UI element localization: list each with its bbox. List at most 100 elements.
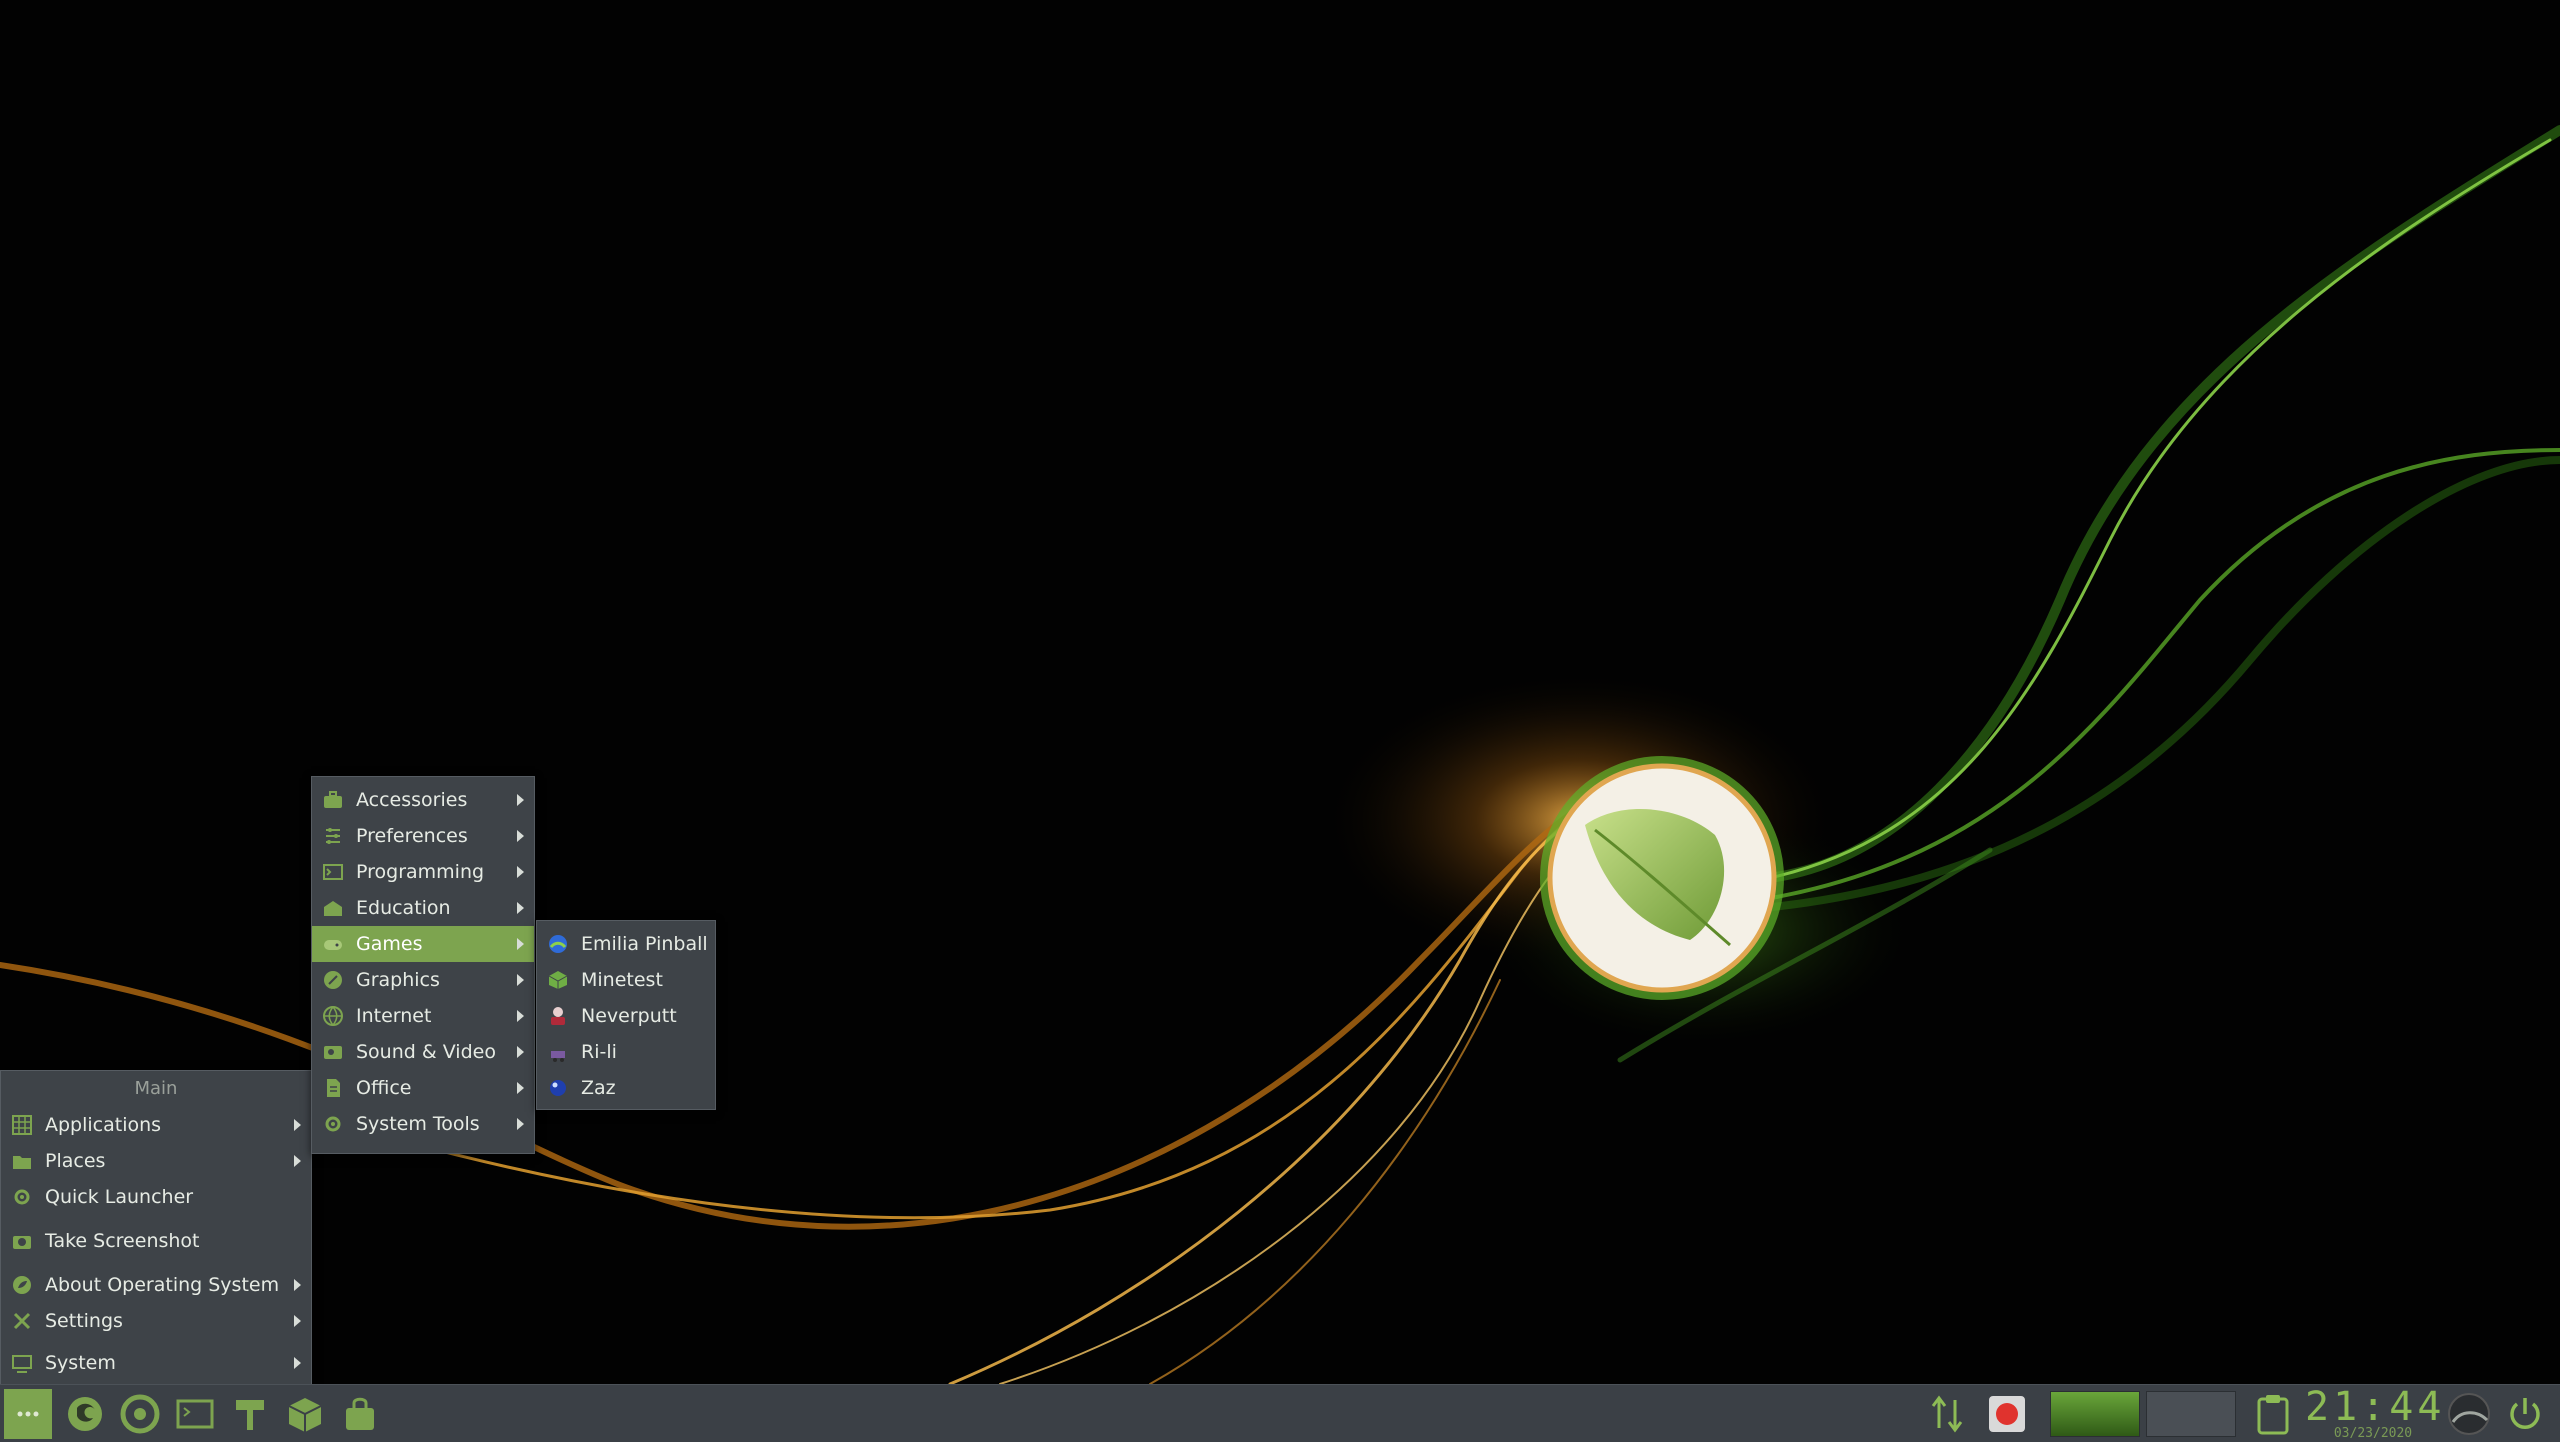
apps-menu-item-internet[interactable]: Internet [312, 998, 534, 1034]
brush-icon [324, 971, 342, 989]
gamepad-icon [324, 940, 342, 950]
user-avatar-icon[interactable] [2446, 1391, 2492, 1437]
apps-menu-item-system-tools[interactable]: System Tools [312, 1106, 534, 1142]
film-icon [324, 1046, 342, 1059]
briefcase-icon [324, 791, 342, 808]
start-menu-button[interactable] [4, 1389, 52, 1439]
launcher-terminal[interactable] [172, 1391, 218, 1437]
games-submenu: Emilia Pinball Minetest Neverputt Ri-li Zaz [536, 920, 716, 1110]
menu-item-label: Sound & Video [356, 1041, 496, 1063]
apps-menu-item-preferences[interactable]: Preferences [312, 818, 534, 854]
firefox-icon [68, 1397, 102, 1431]
menu-item-label: Minetest [581, 969, 663, 991]
chrome-icon [120, 1394, 160, 1434]
school-icon [324, 901, 342, 916]
menu-item-label: System Tools [356, 1113, 480, 1135]
apps-menu-item-education[interactable]: Education [312, 890, 534, 926]
network-transfer-icon[interactable] [1924, 1391, 1970, 1437]
menu-item-label: System [45, 1352, 116, 1374]
launcher-software-store[interactable] [337, 1391, 383, 1437]
games-menu-item-neverputt[interactable]: Neverputt [537, 998, 715, 1034]
apps-menu-item-games[interactable]: Games [312, 926, 534, 962]
clock[interactable]: 21:44 03/23/2020 [2305, 1387, 2441, 1441]
main-menu: Main Applications Places Quick Launcher Tak… [0, 1070, 312, 1384]
workspace-2[interactable] [2146, 1391, 2236, 1437]
train-icon [551, 1051, 565, 1062]
main-menu-item-settings[interactable]: Settings [1, 1303, 311, 1339]
main-menu-item-take-screenshot[interactable]: Take Screenshot [1, 1223, 311, 1259]
power-icon[interactable] [2502, 1391, 2548, 1437]
submenu-arrow-icon [517, 866, 524, 878]
document-icon [327, 1079, 340, 1097]
wallpaper [0, 125, 2560, 1384]
apps-menu-item-office[interactable]: Office [312, 1070, 534, 1106]
menu-item-label: Office [356, 1077, 412, 1099]
menu-item-label: Ri-li [581, 1041, 617, 1063]
submenu-arrow-icon [517, 1010, 524, 1022]
menu-item-label: Internet [356, 1005, 432, 1027]
gear-icon [14, 1189, 30, 1205]
applications-submenu: Accessories Preferences Programming Educati… [311, 776, 535, 1154]
menu-item-label: Applications [45, 1114, 162, 1136]
workspace-1[interactable] [2050, 1391, 2140, 1437]
menu-item-label: Graphics [356, 969, 440, 991]
games-menu-item-ri-li[interactable]: Ri-li [537, 1034, 715, 1070]
menu-item-label: Games [356, 933, 423, 955]
main-menu-item-applications[interactable]: Applications [1, 1107, 311, 1143]
submenu-arrow-icon [517, 902, 524, 914]
submenu-arrow-icon [294, 1357, 301, 1369]
apps-menu-item-sound-video[interactable]: Sound & Video [312, 1034, 534, 1070]
main-menu-item-about-operating-system[interactable]: About Operating System [1, 1267, 311, 1303]
submenu-arrow-icon [517, 1046, 524, 1058]
hammer-icon [236, 1400, 264, 1430]
info-leaf-icon [13, 1276, 31, 1294]
submenu-arrow-icon [517, 794, 524, 806]
golf-icon [551, 1007, 565, 1025]
apps-menu-item-accessories[interactable]: Accessories [312, 782, 534, 818]
pinball-icon [549, 935, 567, 953]
menu-item-label: Accessories [356, 789, 468, 811]
sliders-icon [326, 828, 340, 844]
submenu-arrow-icon [294, 1119, 301, 1131]
launcher-firefox[interactable] [62, 1391, 108, 1437]
main-menu-item-quick-launcher[interactable]: Quick Launcher [1, 1179, 311, 1215]
apps-menu-item-programming[interactable]: Programming [312, 854, 534, 890]
menu-item-label: Places [45, 1150, 106, 1172]
software-store-icon [346, 1397, 374, 1430]
terminal-icon [176, 1399, 214, 1429]
menu-item-label: Neverputt [581, 1005, 677, 1027]
main-menu-item-places[interactable]: Places [1, 1143, 311, 1179]
launcher-hammer[interactable] [227, 1391, 273, 1437]
main-menu-header: Main [134, 1078, 178, 1099]
camera-icon [13, 1236, 31, 1249]
launcher-package[interactable] [282, 1391, 328, 1437]
menu-item-label: Programming [356, 861, 485, 883]
desktop[interactable]: Main Applications Places Quick Launcher Tak… [0, 0, 2560, 1384]
dots-icon [17, 1411, 39, 1417]
menu-item-label: Settings [45, 1310, 123, 1332]
submenu-arrow-icon [517, 938, 524, 950]
clipboard-icon[interactable] [2250, 1391, 2296, 1437]
apps-menu-item-graphics[interactable]: Graphics [312, 962, 534, 998]
submenu-arrow-icon [517, 974, 524, 986]
menu-item-label: Take Screenshot [45, 1230, 200, 1252]
applications-grid-icon [12, 1115, 32, 1135]
submenu-arrow-icon [517, 1118, 524, 1130]
games-menu-item-minetest[interactable]: Minetest [537, 962, 715, 998]
launcher-chrome[interactable] [117, 1391, 163, 1437]
menu-item-label: Quick Launcher [45, 1186, 194, 1208]
games-menu-item-zaz[interactable]: Zaz [537, 1070, 715, 1106]
menu-item-label: About Operating System [45, 1274, 280, 1296]
menu-item-label: Zaz [581, 1077, 616, 1099]
submenu-arrow-icon [517, 1082, 524, 1094]
clock-time: 21:44 [2305, 1384, 2446, 1430]
games-menu-item-emilia-pinball[interactable]: Emilia Pinball [537, 926, 715, 962]
globe-icon [323, 1006, 343, 1027]
ball-icon [550, 1080, 566, 1096]
gear-icon [325, 1116, 341, 1132]
main-menu-item-system[interactable]: System [1, 1345, 311, 1381]
record-icon[interactable] [1984, 1391, 2030, 1437]
terminal-icon [323, 864, 343, 880]
menu-item-label: Emilia Pinball [581, 933, 708, 955]
wrench-icon [13, 1312, 31, 1330]
